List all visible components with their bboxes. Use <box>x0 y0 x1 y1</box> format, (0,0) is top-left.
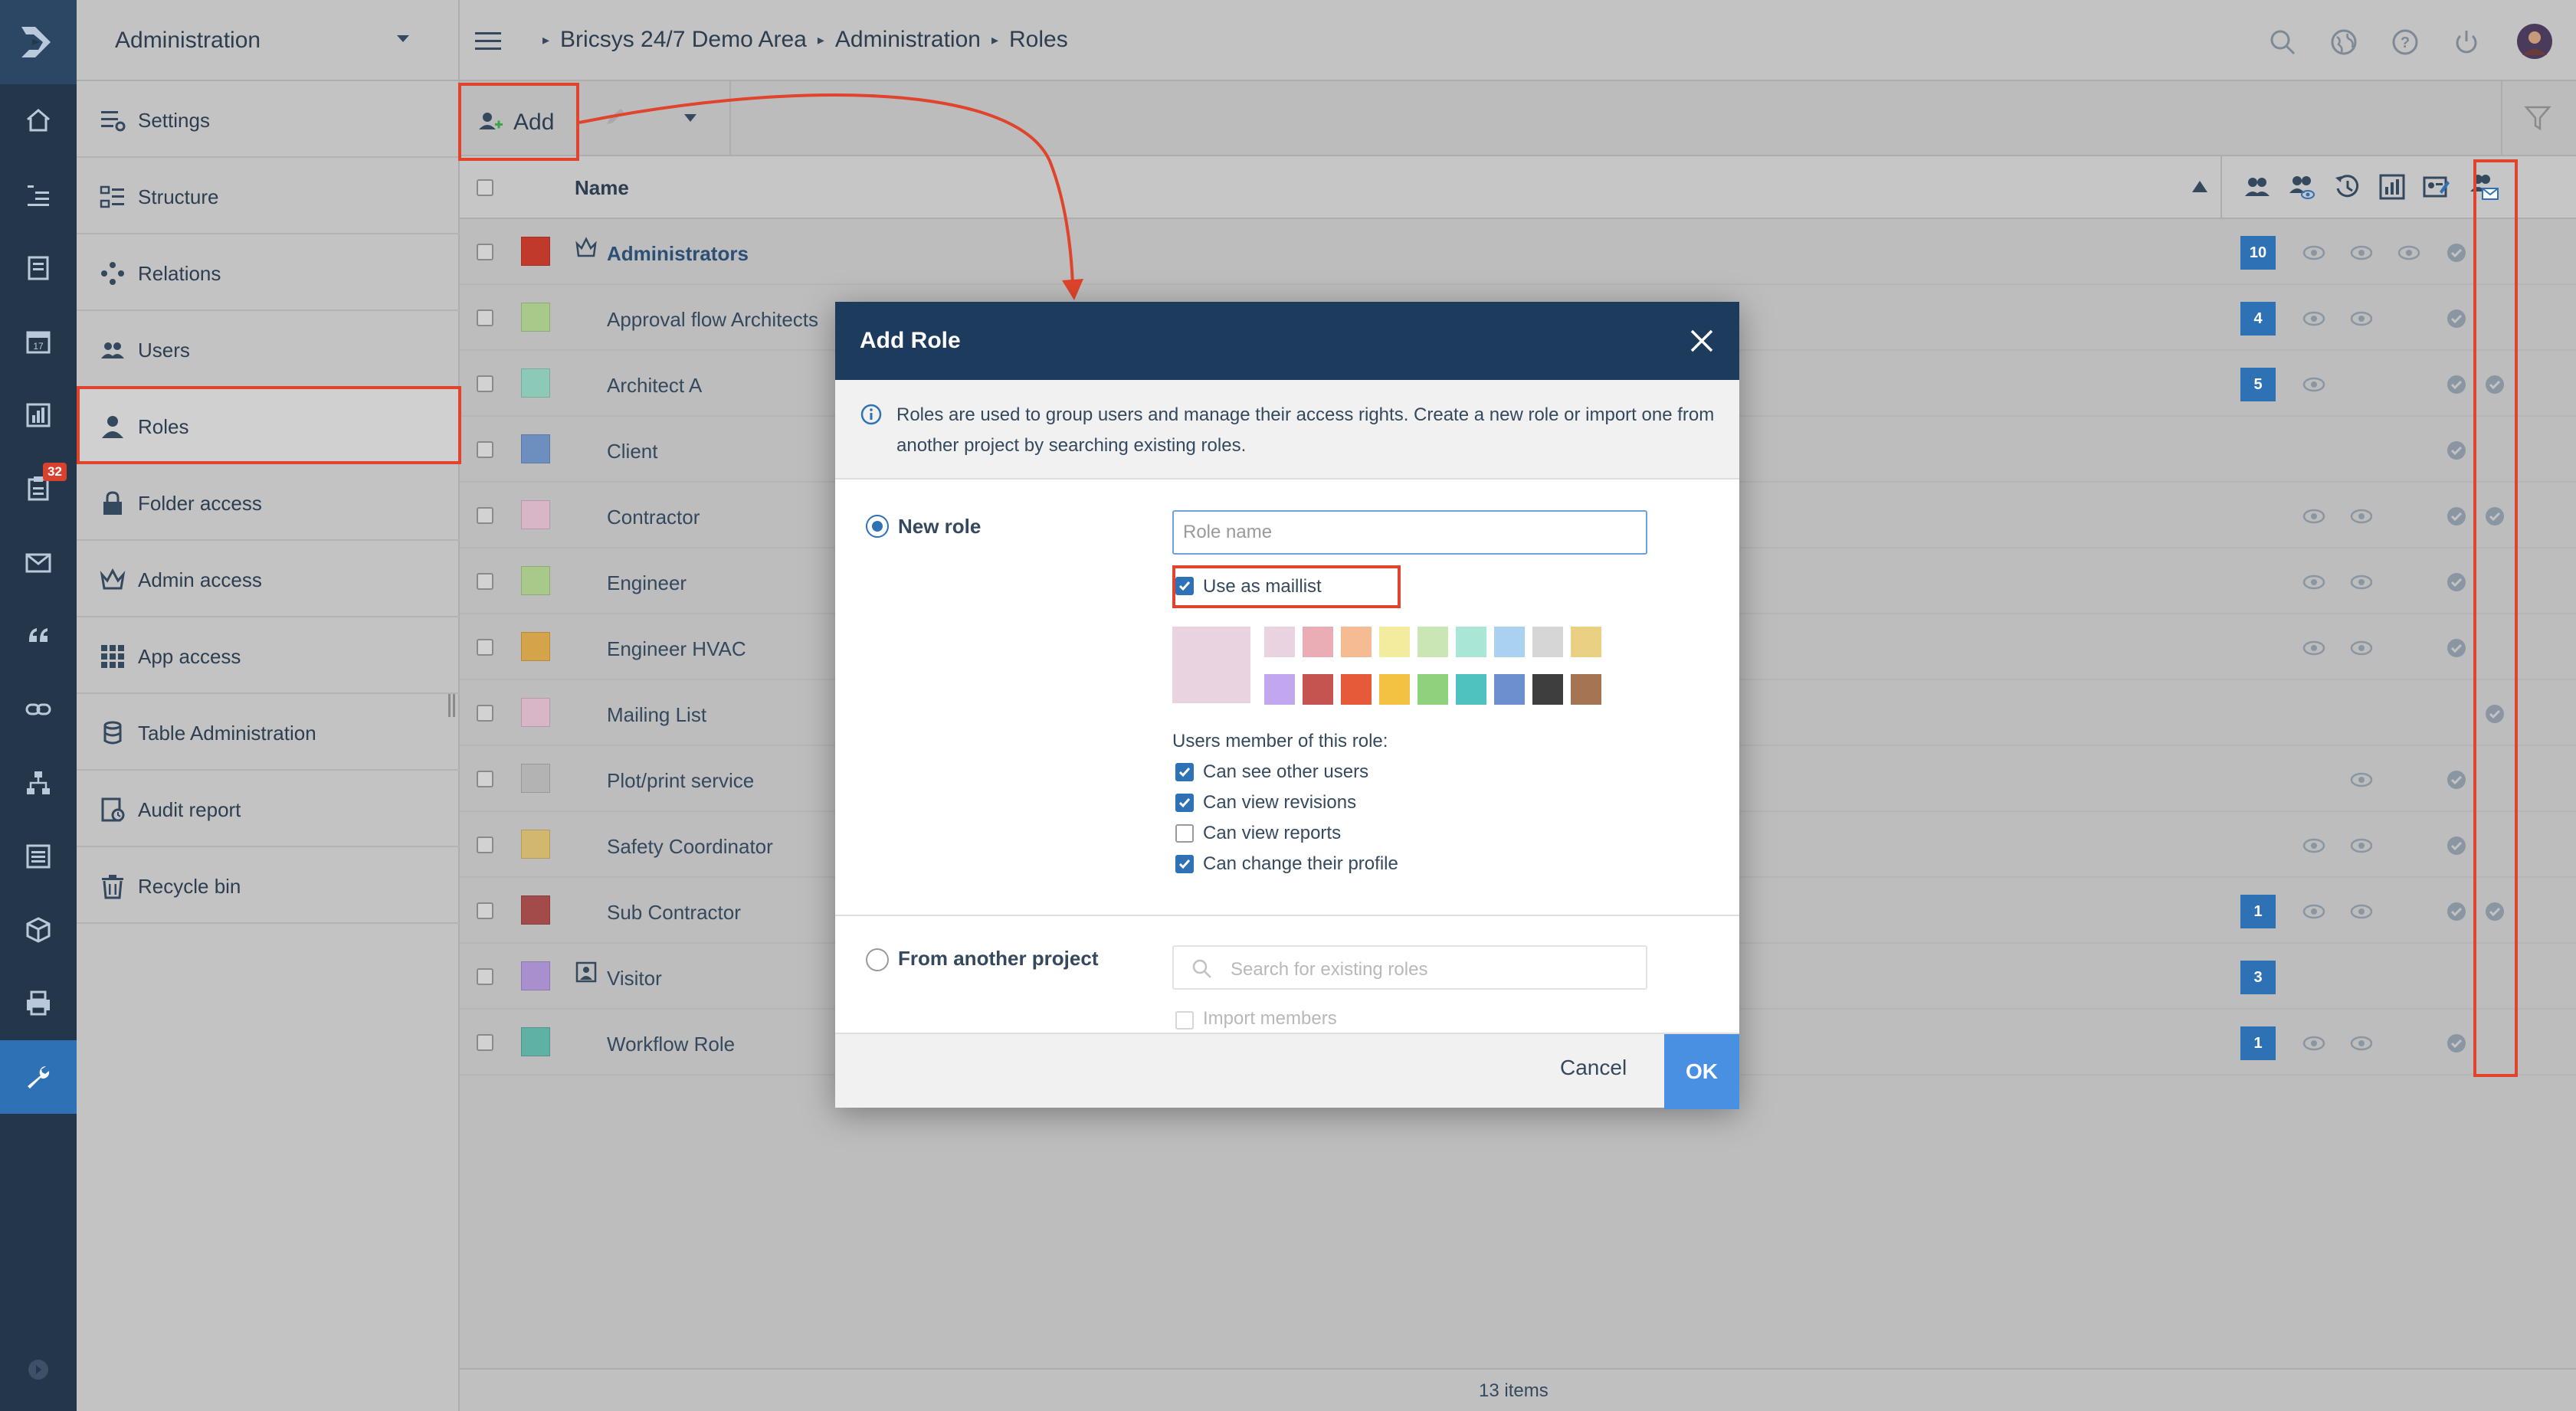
color-option[interactable] <box>1456 627 1486 657</box>
can-view-revisions-label: Can view revisions <box>1203 792 1357 813</box>
color-option[interactable] <box>1494 674 1525 705</box>
selected-color-preview <box>1172 627 1250 703</box>
color-option[interactable] <box>1571 674 1601 705</box>
color-option[interactable] <box>1532 674 1563 705</box>
new-role-radio[interactable] <box>866 515 889 538</box>
color-option[interactable] <box>1456 674 1486 705</box>
color-option[interactable] <box>1379 674 1410 705</box>
import-members-checkbox[interactable] <box>1175 1011 1194 1030</box>
dialog-header: Add Role <box>835 302 1739 380</box>
cancel-button[interactable]: Cancel <box>1560 1056 1627 1080</box>
from-project-radio[interactable] <box>866 948 889 971</box>
can-change-their-profile-label: Can change their profile <box>1203 853 1398 874</box>
annotation-box-maillist <box>1172 565 1401 608</box>
checkmark-icon <box>1178 768 1191 778</box>
color-option[interactable] <box>1341 627 1372 657</box>
search-placeholder: Search for existing roles <box>1231 959 1428 980</box>
color-option[interactable] <box>1264 674 1295 705</box>
color-option[interactable] <box>1571 627 1601 657</box>
dialog-footer: Cancel OK <box>835 1033 1739 1109</box>
color-option[interactable] <box>1264 627 1295 657</box>
can-view-revisions-checkbox[interactable] <box>1175 794 1194 812</box>
search-roles-input[interactable]: Search for existing roles <box>1172 945 1647 990</box>
from-project-label: From another project <box>898 947 1099 970</box>
dialog-title: Add Role <box>860 328 961 353</box>
new-role-label: New role <box>898 515 982 538</box>
color-option[interactable] <box>1341 674 1372 705</box>
checkmark-icon <box>1178 798 1191 808</box>
info-text: Roles are used to group users and manage… <box>896 404 1715 456</box>
close-icon[interactable] <box>1687 326 1716 355</box>
members-heading: Users member of this role: <box>1172 731 1388 751</box>
color-option[interactable] <box>1379 627 1410 657</box>
color-option[interactable] <box>1417 674 1448 705</box>
color-option[interactable] <box>1532 627 1563 657</box>
dialog-separator <box>835 915 1739 916</box>
can-see-other-users-checkbox[interactable] <box>1175 763 1194 781</box>
color-option[interactable] <box>1303 627 1333 657</box>
search-icon <box>1192 959 1211 978</box>
import-members-label: Import members <box>1203 1008 1337 1029</box>
can-see-other-users-label: Can see other users <box>1203 761 1369 782</box>
ok-button[interactable]: OK <box>1664 1034 1739 1109</box>
role-name-input[interactable] <box>1172 510 1647 555</box>
info-banner: Roles are used to group users and manage… <box>835 380 1739 480</box>
info-icon <box>860 404 882 425</box>
add-role-dialog: Add Role Roles are used to group users a… <box>835 302 1739 1109</box>
can-change-their-profile-checkbox[interactable] <box>1175 855 1194 873</box>
color-option[interactable] <box>1303 674 1333 705</box>
color-option[interactable] <box>1494 627 1525 657</box>
can-view-reports-label: Can view reports <box>1203 823 1342 843</box>
can-view-reports-checkbox[interactable] <box>1175 824 1194 843</box>
color-option[interactable] <box>1417 627 1448 657</box>
checkmark-icon <box>1178 859 1191 869</box>
